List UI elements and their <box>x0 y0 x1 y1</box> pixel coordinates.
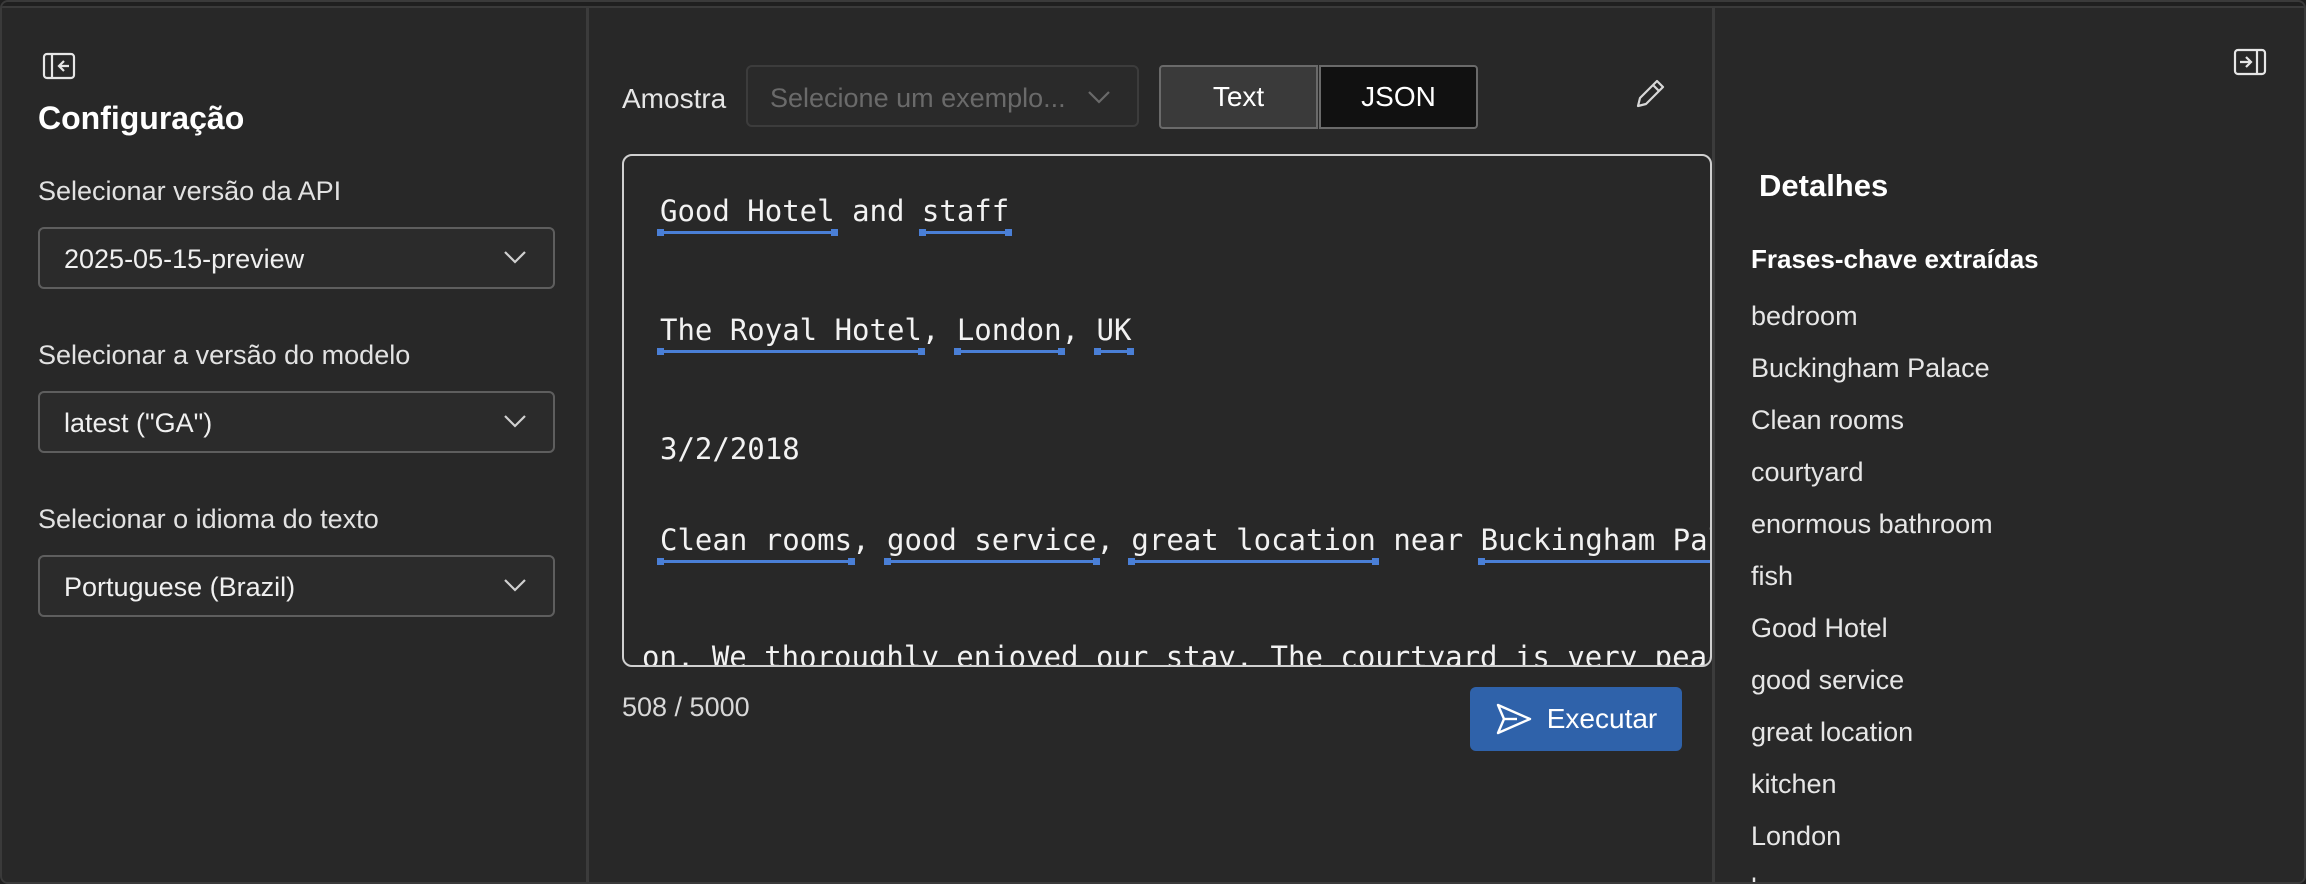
key-phrase-highlight: UK <box>1093 313 1135 355</box>
key-phrase-highlight: Clean rooms <box>657 523 856 565</box>
char-counter: 508 / 5000 <box>622 692 750 722</box>
key-phrase-highlight: Buckingham Pal <box>1477 523 1710 565</box>
pencil-icon[interactable] <box>1632 76 1668 112</box>
key-phrases-title: Frases-chave extraídas <box>1751 244 2039 274</box>
highlight-handle <box>1477 558 1485 565</box>
editor-line: Good Hotel and staff <box>657 194 1013 236</box>
run-label: Executar <box>1546 703 1658 734</box>
chevron-down-icon <box>504 415 526 428</box>
key-phrase-item: bedroom <box>1751 301 1858 331</box>
highlight-handle <box>657 229 664 236</box>
input-panel: Amostra Selecione um exemplo... Text JSO… <box>592 8 1712 882</box>
panel-collapse-left-icon[interactable] <box>42 52 76 80</box>
highlight-handle <box>918 229 926 236</box>
tab-json[interactable]: JSON <box>1319 65 1478 129</box>
key-phrase-highlight: Good Hotel <box>657 194 838 236</box>
key-phrase-item: Good Hotel <box>1751 613 1888 643</box>
config-title: Configuração <box>38 100 245 136</box>
run-button[interactable]: Executar <box>1470 687 1682 751</box>
editor-line: Clean rooms, good service, great locatio… <box>657 523 1710 565</box>
key-phrase-highlight: The Royal Hotel <box>657 313 925 355</box>
model-version-value: latest ("GA") <box>64 408 213 438</box>
key-phrases-list: bedroom Buckingham Palace Clean rooms court… <box>1751 290 1993 882</box>
highlight-handle <box>657 558 664 565</box>
model-version-select[interactable]: latest ("GA") <box>38 391 555 453</box>
sample-label: Amostra <box>622 83 727 114</box>
send-icon <box>1496 703 1531 735</box>
details-title: Detalhes <box>1759 168 1889 203</box>
key-phrase-item: l <box>1751 862 1993 882</box>
panel-expand-right-icon[interactable] <box>2233 48 2267 76</box>
chevron-down-icon <box>1088 91 1110 104</box>
plain-text: , <box>921 313 957 347</box>
api-version-select[interactable]: 2025-05-15-preview <box>38 227 555 289</box>
sample-select[interactable]: Selecione um exemplo... <box>746 65 1139 127</box>
language-value: Portuguese (Brazil) <box>64 572 296 602</box>
api-version-label: Selecionar versão da API <box>38 176 342 206</box>
app-frame: Configuração Selecionar versão da API 20… <box>0 0 2306 884</box>
key-phrase-item: courtyard <box>1751 457 1864 487</box>
key-phrase-item: Clean rooms <box>1751 405 1905 435</box>
text-editor[interactable]: Good Hotel and staff The Royal Hotel, Lo… <box>622 154 1712 667</box>
key-phrase-item: kitchen <box>1751 769 1837 799</box>
plain-text: and <box>834 194 922 228</box>
key-phrase-item: Buckingham Palace <box>1751 353 1990 383</box>
highlight-handle <box>883 558 891 565</box>
key-phrase-item: enormous bathroom <box>1751 509 1993 539</box>
highlight-handle <box>657 348 664 355</box>
details-panel: Detalhes Frases-chave extraídas bedroom B… <box>1712 8 2304 882</box>
key-phrase-item: good service <box>1751 665 1905 695</box>
chevron-down-icon <box>504 579 526 592</box>
editor-line: The Royal Hotel, London, UK <box>657 313 1135 355</box>
key-phrase-highlight: London <box>953 313 1065 355</box>
key-phrase-highlight: staff <box>918 194 1013 236</box>
key-phrase-highlight: great location <box>1128 523 1380 565</box>
chevron-down-icon <box>504 251 526 264</box>
plain-text: , <box>1096 523 1132 557</box>
key-phrase-item: fish <box>1751 561 1794 591</box>
key-phrase-item: London <box>1751 821 1842 851</box>
highlight-handle <box>1128 558 1136 565</box>
editor-line: on. We thoroughly enjoyed our stay. The … <box>642 640 1712 667</box>
language-select[interactable]: Portuguese (Brazil) <box>38 555 555 617</box>
sample-placeholder: Selecione um exemplo... <box>770 83 1066 113</box>
key-phrase-item: great location <box>1751 717 1914 747</box>
config-panel: Configuração Selecionar versão da API 20… <box>2 8 589 882</box>
highlight-handle <box>953 348 961 355</box>
language-label: Selecionar o idioma do texto <box>38 504 379 534</box>
api-version-value: 2025-05-15-preview <box>64 244 305 274</box>
highlight-handle <box>1093 348 1101 355</box>
model-version-label: Selecionar a versão do modelo <box>38 340 411 370</box>
key-phrase-highlight: good service <box>883 523 1100 565</box>
tab-text[interactable]: Text <box>1159 65 1318 129</box>
editor-line: 3/2/2018 <box>660 432 800 466</box>
plain-text: near <box>1375 523 1481 557</box>
plain-text: , <box>852 523 887 557</box>
plain-text: , <box>1061 313 1097 347</box>
